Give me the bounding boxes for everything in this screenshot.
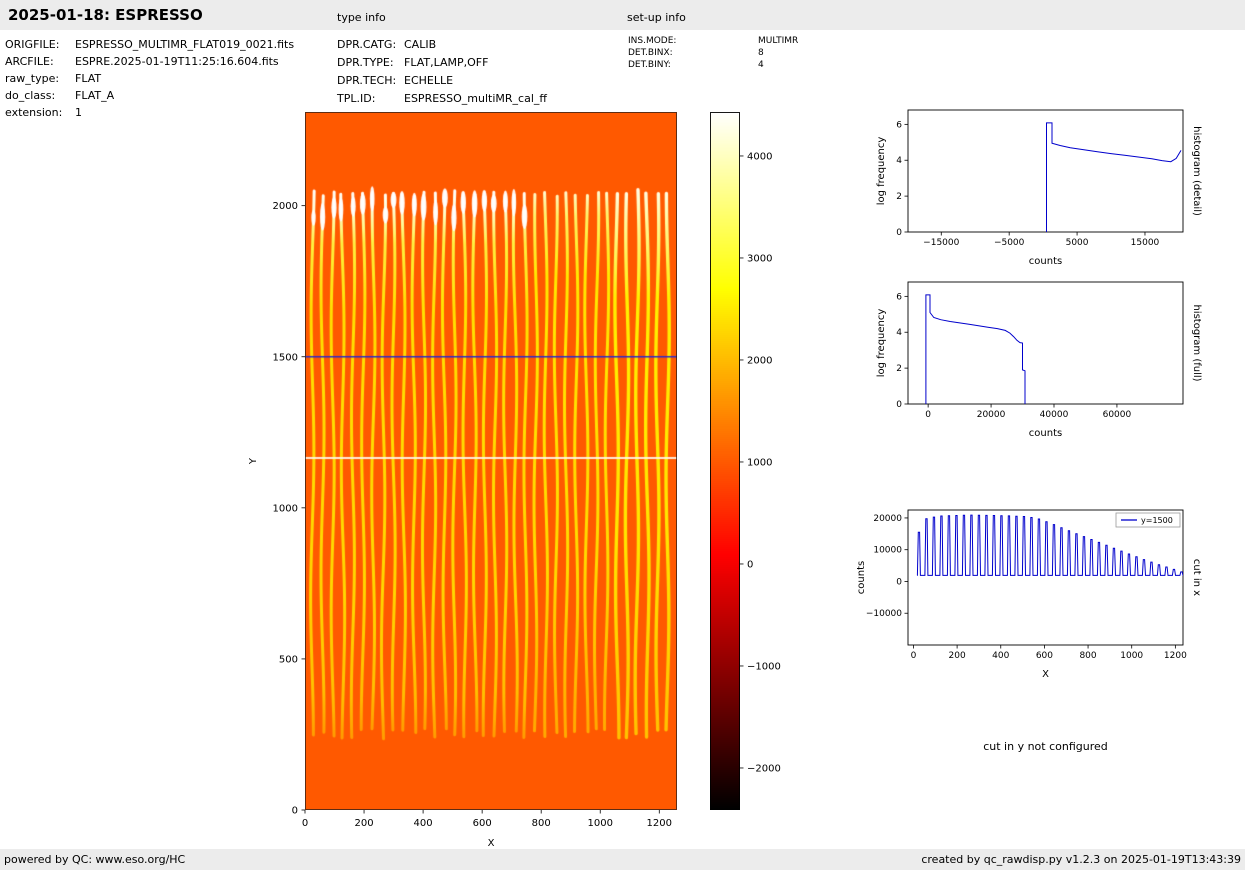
cut-y-note: cut in y not configured	[983, 740, 1108, 753]
raw-image-ytick-label: 1500	[273, 352, 298, 363]
cut_x-ytick-label: 20000	[873, 514, 902, 524]
histogram_detail-right-label: histogram (detail)	[1191, 126, 1202, 216]
plot-shape	[710, 112, 740, 810]
histogram_full-ytick-label: 2	[896, 364, 902, 374]
histogram_detail-xtick-label: −5000	[994, 238, 1025, 248]
histogram_full-ytick-label: 6	[896, 292, 902, 302]
colorbar-tick-label: 2000	[747, 355, 772, 366]
cut_x-xtick-label: 200	[949, 651, 966, 661]
colorbar-tick-label: 0	[747, 559, 753, 570]
histogram_detail-ylabel: log frequency	[876, 137, 887, 206]
footer-bar: powered by QC: www.eso.org/HC created by…	[0, 849, 1245, 870]
histogram_full-xtick-label: 20000	[977, 410, 1006, 420]
footer-left-text: powered by QC: www.eso.org/HC	[4, 853, 186, 866]
raw-image-ytick-label: 0	[292, 806, 298, 817]
histogram_detail-ytick-label: 0	[896, 228, 902, 238]
colorbar-tick-label: 1000	[747, 457, 772, 468]
colorbar-tick-label: 4000	[747, 151, 772, 162]
histogram_detail-ytick-label: 6	[896, 120, 902, 130]
histogram_full-xtick-label: 0	[925, 410, 931, 420]
raw-image-ytick-label: 2000	[273, 201, 298, 212]
histogram_detail-ytick-label: 4	[896, 156, 902, 166]
cut_x-xtick-label: 400	[992, 651, 1009, 661]
colorbar-tick-label: 3000	[747, 253, 772, 264]
raw-image-ytick-label: 1000	[273, 503, 298, 514]
cut_x-xtick-label: 1000	[1120, 651, 1143, 661]
cut_x-xlabel: X	[1042, 669, 1049, 680]
footer-right-text: created by qc_rawdisp.py v1.2.3 on 2025-…	[921, 853, 1241, 866]
raw-image-xtick-label: 1200	[647, 818, 672, 829]
raw-image-xtick-label: 600	[473, 818, 492, 829]
histogram_detail-xtick-label: 5000	[1066, 238, 1089, 248]
cut_x-xtick-label: 600	[1036, 651, 1053, 661]
cut_x-xtick-label: 1200	[1164, 651, 1187, 661]
cut_x-ytick-label: 10000	[873, 546, 902, 556]
raw-image-xtick-label: 0	[302, 818, 308, 829]
cut_x-ylabel: counts	[856, 561, 867, 594]
histogram_full-ytick-label: 0	[896, 400, 902, 410]
cut_x-xtick-label: 800	[1079, 651, 1096, 661]
cut_x-ytick-label: −10000	[866, 609, 902, 619]
histogram_full-right-label: histogram (full)	[1191, 304, 1202, 381]
histogram_full-ylabel: log frequency	[876, 309, 887, 378]
raw-image-xlabel: X	[488, 838, 495, 849]
cut_x-xtick-label: 0	[911, 651, 917, 661]
raw-image-ylabel: Y	[248, 457, 259, 465]
raw-image-xtick-label: 200	[355, 818, 374, 829]
raw-image-xtick-label: 400	[414, 818, 433, 829]
cut_x-right-label: cut in x	[1191, 559, 1202, 596]
raw-image-ytick-label: 500	[279, 654, 298, 665]
histogram_detail-series-line	[1046, 122, 1182, 232]
qc-report-page: 2025-01-18: ESPRESSO type info set-up in…	[0, 0, 1245, 870]
raw-image-xtick-label: 800	[532, 818, 551, 829]
histogram_detail-ytick-label: 2	[896, 192, 902, 202]
cut_x-legend-label: y=1500	[1141, 516, 1173, 525]
histogram_detail-frame	[907, 109, 1184, 233]
plot-shape	[305, 112, 677, 810]
colorbar-tick-label: −2000	[747, 763, 781, 774]
histogram_full-xlabel: counts	[1029, 428, 1062, 439]
histogram_detail-xtick-label: −15000	[923, 238, 959, 248]
histogram_full-ytick-label: 4	[896, 328, 902, 338]
histogram_full-series-line	[925, 294, 1026, 404]
histogram_detail-xlabel: counts	[1029, 256, 1062, 267]
histogram_full-xtick-label: 60000	[1103, 410, 1132, 420]
histogram_full-frame	[907, 281, 1184, 405]
histogram_full-xtick-label: 40000	[1040, 410, 1069, 420]
cut_x-ytick-label: 0	[896, 577, 902, 587]
histogram_detail-xtick-label: 15000	[1131, 238, 1160, 248]
colorbar-tick-label: −1000	[747, 661, 781, 672]
raw-image-xtick-label: 1000	[588, 818, 613, 829]
